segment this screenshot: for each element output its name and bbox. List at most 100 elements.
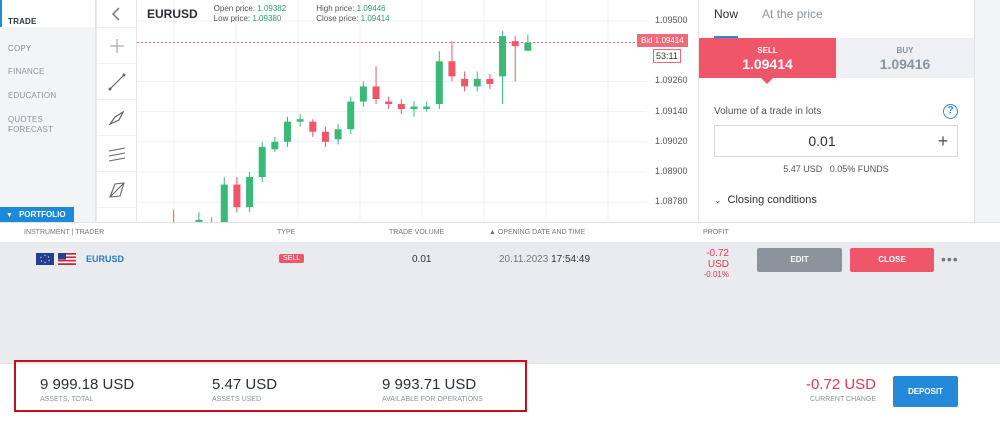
- row-opening-date: 20.11.2023 17:54:49: [499, 254, 590, 265]
- crosshair-tool[interactable]: [97, 28, 137, 64]
- assets-used-value: 5.47 USD: [212, 376, 278, 393]
- eu-flag-icon: [36, 253, 54, 265]
- trend-line-tool[interactable]: [97, 64, 137, 100]
- buy-label: BUY: [896, 46, 914, 55]
- side-navigation: TRADE COPY FINANCE EDUCATION QUOTES FORE…: [0, 0, 96, 222]
- low-label: Low price:: [213, 14, 251, 23]
- close-label: Close price:: [316, 14, 359, 23]
- row-profit-amount: -0.72 USD: [706, 248, 729, 270]
- candle-up: [423, 106, 431, 110]
- candle-up: [271, 141, 279, 150]
- portfolio-toggle[interactable]: ▼ PORTFOLIO: [0, 207, 74, 222]
- header-profit: PROFIT: [703, 229, 729, 236]
- deposit-button[interactable]: DEPOSIT: [893, 376, 958, 407]
- candle-down: [486, 78, 494, 84]
- price-tick-label: 1.08780: [655, 196, 688, 207]
- header-opening-date[interactable]: ▲ OPENING DATE AND TIME: [489, 229, 585, 236]
- sell-buy-selector: SELL 1.09414 BUY 1.09416: [699, 38, 974, 84]
- row-trade-volume: 0.01: [412, 254, 432, 265]
- candle-timer: 53:11: [653, 49, 681, 63]
- chart-header: EURUSD Open price: 1.09382 Low price: 1.…: [147, 4, 390, 24]
- us-flag-icon: [58, 253, 76, 265]
- tab-now[interactable]: Now: [714, 7, 739, 38]
- candle-up: [284, 121, 291, 142]
- sell-price: 1.09414: [742, 56, 793, 72]
- assets-total: 9 999.18 USD ASSETS, TOTAL: [40, 376, 134, 403]
- candle-down: [233, 184, 241, 208]
- volume-label: Volume of a trade in lots: [714, 106, 822, 117]
- current-change-label: CURRENT CHANGE: [810, 396, 876, 403]
- sell-button[interactable]: SELL 1.09414: [699, 38, 836, 84]
- close-value: 1.09414: [360, 14, 390, 23]
- high-value: 1.09446: [356, 4, 386, 13]
- candle-down: [511, 41, 519, 47]
- candlestick-plot: [137, 0, 647, 222]
- chevron-left-icon: [111, 6, 120, 21]
- candle-up: [220, 184, 228, 222]
- row-profit-percent: -0.01%: [703, 270, 729, 279]
- current-change-value: -0.72 USD: [805, 376, 876, 393]
- nav-trade[interactable]: TRADE: [0, 0, 95, 27]
- table-row: EURUSD SELL 0.01 20.11.2023 17:54:49 -0.…: [0, 242, 1000, 279]
- plus-icon[interactable]: +: [929, 131, 957, 152]
- nav-education[interactable]: EDUCATION: [0, 78, 95, 102]
- nav-quotes-forecast[interactable]: QUOTES FORECAST: [0, 102, 95, 134]
- price-tick-label: 1.09500: [655, 15, 688, 25]
- available-value: 9 993.71 USD: [382, 376, 477, 393]
- tab-at-the-price[interactable]: At the price: [762, 7, 823, 38]
- open-label: Open price:: [213, 4, 256, 13]
- parallel-channel-tool[interactable]: [97, 136, 137, 172]
- closing-conditions-label: Closing conditions: [727, 194, 817, 206]
- row-time: 17:54:49: [551, 254, 591, 265]
- candle-down: [385, 101, 393, 105]
- row-type-badge: SELL: [279, 254, 305, 263]
- buy-button[interactable]: BUY 1.09416: [836, 38, 974, 78]
- candle-up: [258, 146, 266, 178]
- candle-up: [473, 78, 481, 87]
- assets-total-value: 9 999.18 USD: [40, 376, 135, 393]
- nav-quotes-label: QUOTES: [8, 115, 43, 124]
- required-funds: 5.47 USD 0.05% FUNDS: [783, 164, 889, 174]
- crosshair-icon: [110, 38, 124, 53]
- row-symbol-link[interactable]: EURUSD: [86, 254, 124, 264]
- price-tick-label: 1.08900: [655, 166, 688, 176]
- channel-icon: [108, 146, 126, 162]
- nav-copy[interactable]: COPY: [0, 27, 95, 54]
- assets-used-label: ASSETS USED: [212, 396, 262, 403]
- candle-down: [372, 86, 380, 100]
- candle-up: [435, 61, 443, 105]
- price-chart[interactable]: EURUSD Open price: 1.09382 Low price: 1.…: [137, 0, 698, 222]
- pattern-tool[interactable]: [97, 172, 137, 208]
- positions-table-header: INSTRUMENT | TRADER TYPE TRADE VOLUME ▲ …: [0, 222, 1000, 242]
- header-trade-volume: TRADE VOLUME: [389, 229, 445, 236]
- collapse-toolbar-button[interactable]: [97, 0, 137, 28]
- header-type: TYPE: [277, 229, 296, 236]
- available-label: AVAILABLE FOR OPERATIONS: [382, 396, 483, 403]
- low-value: 1.09380: [252, 14, 282, 23]
- assets-used: 5.47 USD ASSETS USED: [212, 376, 277, 403]
- candle-down: [397, 104, 405, 110]
- help-icon[interactable]: ?: [943, 104, 958, 119]
- closing-conditions-toggle[interactable]: ⌄ Closing conditions: [714, 194, 817, 206]
- high-label: High price:: [316, 4, 355, 13]
- nav-finance[interactable]: FINANCE: [0, 54, 95, 78]
- order-type-tabs: Now At the price: [699, 0, 974, 38]
- close-position-button[interactable]: CLOSE: [850, 248, 934, 272]
- sell-label: SELL: [757, 46, 778, 55]
- assets-total-label: ASSETS, TOTAL: [40, 396, 94, 403]
- chevron-down-icon: ▼: [6, 212, 13, 219]
- ohlc-left: Open price: 1.09382 Low price: 1.09380: [214, 4, 287, 24]
- candle-down: [321, 131, 329, 142]
- edit-button[interactable]: EDIT: [757, 248, 842, 272]
- brush-tool[interactable]: [97, 100, 137, 136]
- candle-up: [296, 119, 304, 122]
- candle-up: [334, 129, 342, 140]
- more-options-icon[interactable]: •••: [941, 251, 959, 267]
- lots-input[interactable]: [715, 133, 929, 149]
- open-value: 1.09382: [257, 4, 287, 13]
- candle-down: [309, 121, 317, 132]
- brush-icon: [108, 109, 125, 125]
- candle-up: [246, 177, 254, 208]
- account-summary: 9 999.18 USD ASSETS, TOTAL 5.47 USD ASSE…: [0, 360, 1000, 421]
- row-date: 20.11.2023: [499, 254, 549, 265]
